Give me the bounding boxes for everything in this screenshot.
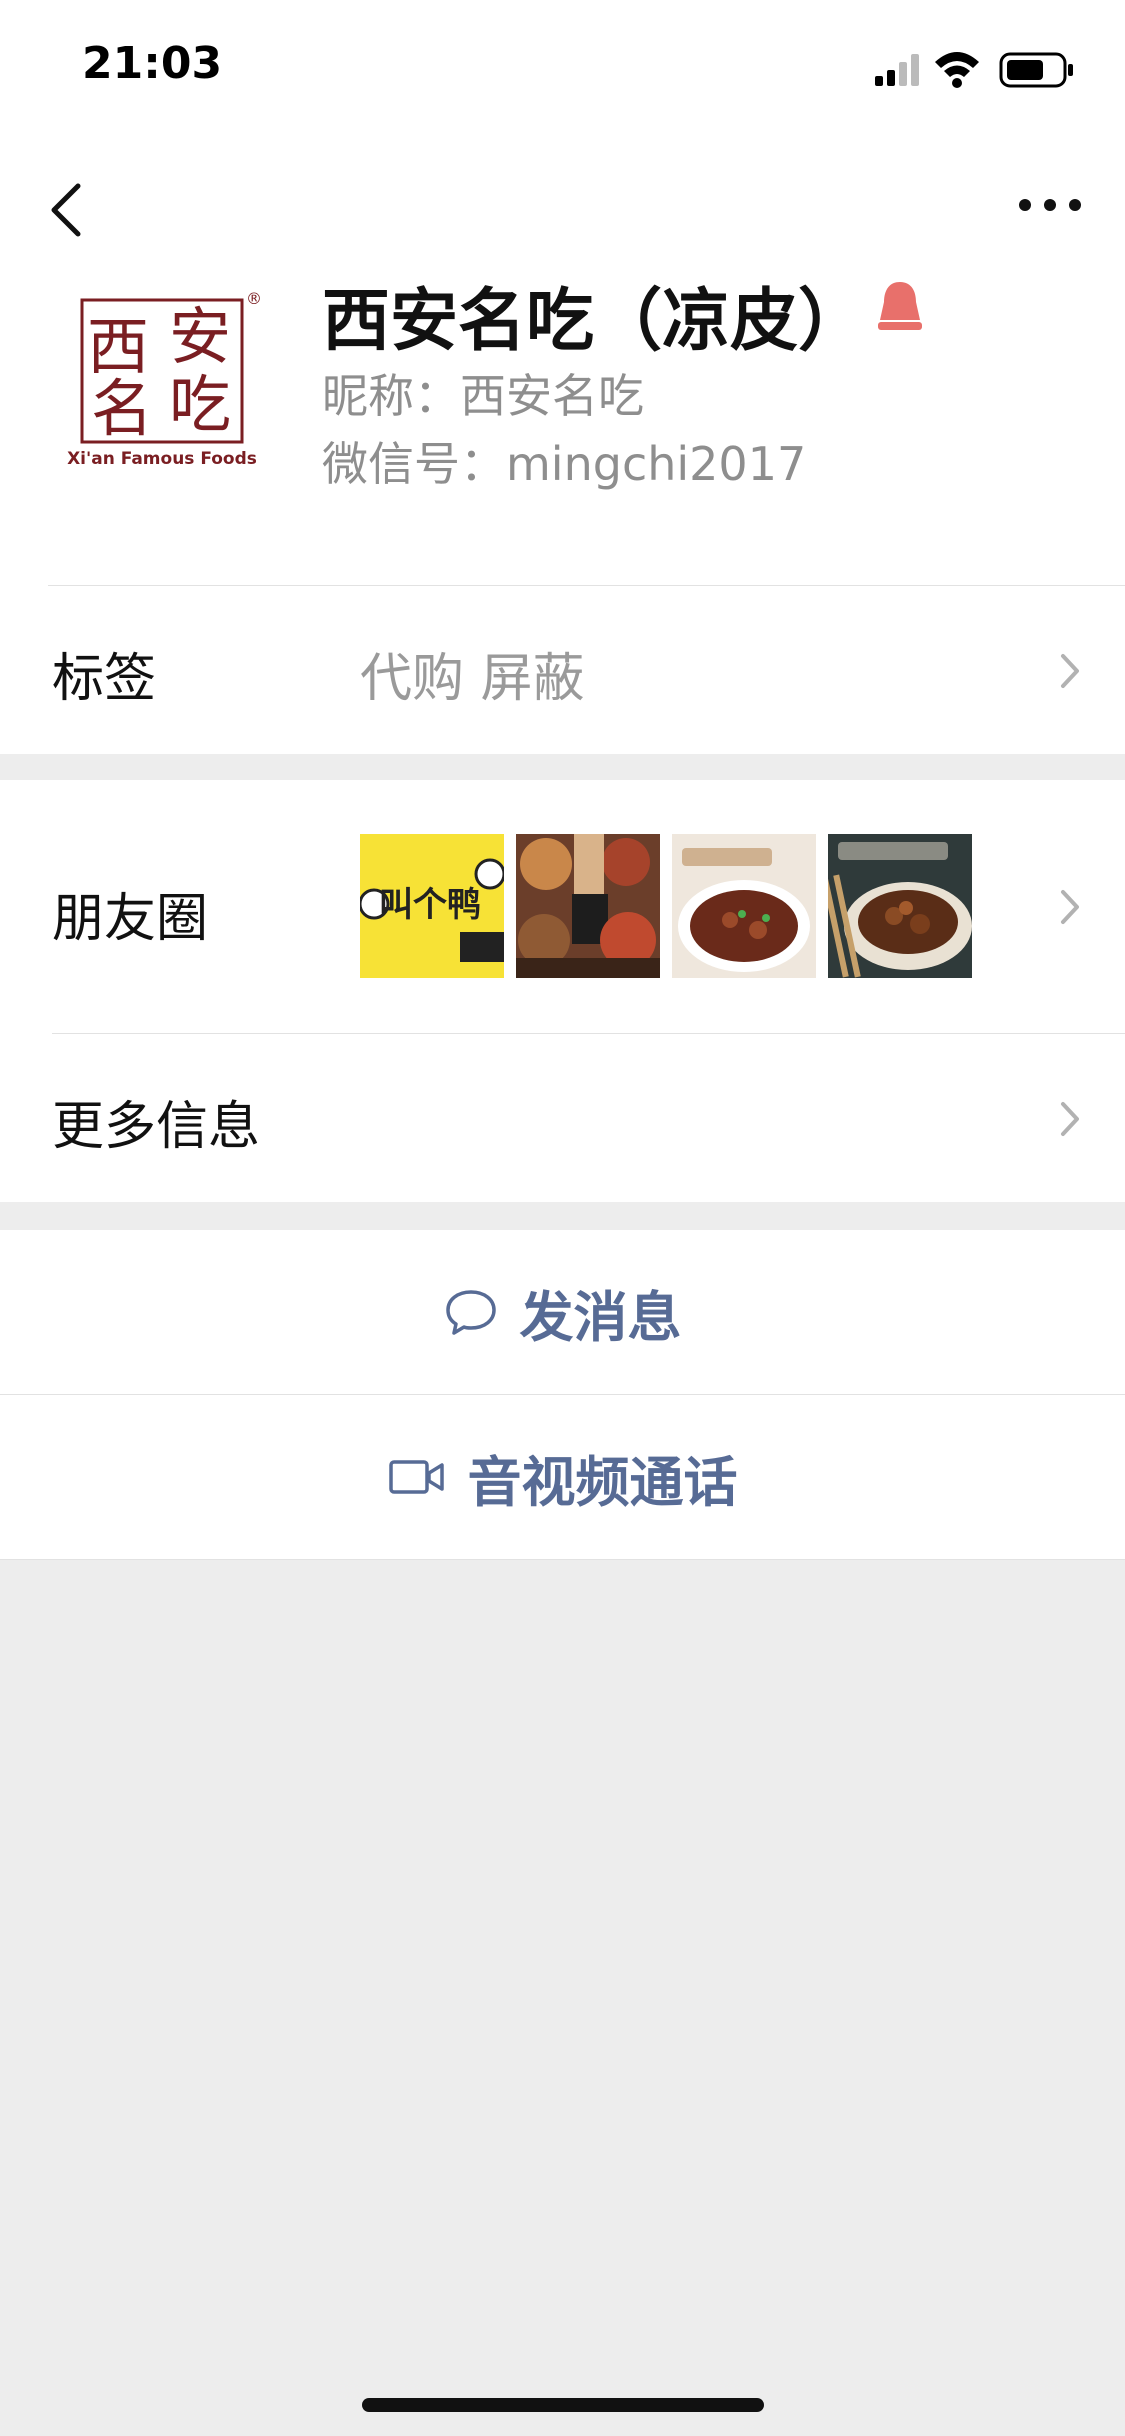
- logo-char-3: 名: [91, 372, 153, 445]
- logo-mark: ®: [246, 289, 262, 308]
- divider: [52, 1033, 1125, 1034]
- home-indicator[interactable]: [362, 2398, 764, 2412]
- nickname-label: 昵称：: [322, 369, 460, 423]
- nickname-value: 西安名吃: [460, 369, 644, 423]
- wifi-icon: [935, 52, 979, 88]
- more-info-row[interactable]: 更多信息: [0, 1034, 1125, 1202]
- more-info-label: 更多信息: [52, 1097, 261, 1157]
- wechat-id: 微信号：mingchi2017: [322, 428, 806, 494]
- battery-icon: [999, 52, 1073, 88]
- moments-thumbnail: [828, 834, 972, 978]
- send-message-label: 发消息: [519, 1285, 682, 1349]
- display-name: 西安名吃（凉皮）: [322, 282, 867, 361]
- logo-subtitle: Xi'an Famous Foods: [67, 449, 257, 469]
- wechat-id-value: mingchi2017: [506, 437, 807, 491]
- moments-thumbnail: [516, 834, 660, 978]
- divider: [0, 1559, 1125, 1560]
- more-icon[interactable]: [1015, 180, 1085, 230]
- signal-icon: [875, 54, 919, 86]
- logo-char-4: 吃: [169, 368, 231, 441]
- thumb-1-text: 叫个鸭: [379, 885, 481, 925]
- chevron-right-icon: [1061, 890, 1079, 924]
- tags-value: 代购 屏蔽: [360, 649, 585, 709]
- status-time: 21:03: [82, 38, 223, 89]
- nickname: 昵称：西安名吃: [322, 360, 644, 426]
- video-call-button[interactable]: 音视频通话: [0, 1395, 1125, 1559]
- moments-thumbnail: 叫个鸭: [360, 834, 504, 978]
- back-icon[interactable]: [40, 170, 100, 250]
- chevron-right-icon: [1061, 1102, 1079, 1136]
- moments-row[interactable]: 朋友圈 叫个鸭: [0, 780, 1125, 1034]
- nav-bar: [0, 150, 1125, 270]
- avatar[interactable]: 西 安 名 吃 ® Xi'an Famous Foods: [60, 270, 270, 480]
- tags-label: 标签: [52, 649, 157, 709]
- video-camera-icon: [388, 1460, 444, 1494]
- moments-thumbnail: [672, 834, 816, 978]
- wechat-id-label: 微信号：: [322, 437, 506, 491]
- send-message-button[interactable]: 发消息: [0, 1230, 1125, 1394]
- status-icons: [875, 52, 1073, 88]
- gender-female-icon: [878, 282, 922, 330]
- video-call-label: 音视频通话: [467, 1450, 738, 1514]
- chevron-right-icon: [1061, 654, 1079, 688]
- tags-row[interactable]: 标签 代购 屏蔽: [0, 586, 1125, 754]
- chat-bubble-icon: [445, 1290, 496, 1335]
- moments-label: 朋友圈: [52, 889, 209, 949]
- logo-char-2: 安: [169, 300, 231, 373]
- divider: [0, 1394, 1125, 1395]
